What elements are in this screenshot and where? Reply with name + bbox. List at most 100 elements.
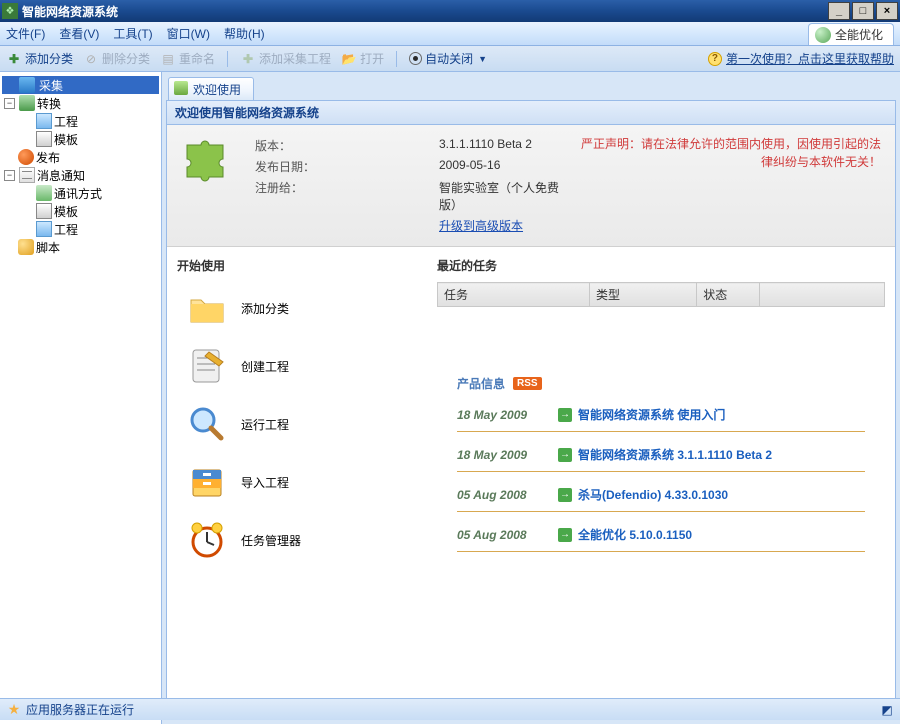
product-info: 产品信息 RSS 18 May 2009 → 智能网络资源系统 使用入门 18 … bbox=[437, 367, 885, 560]
help-icon: ? bbox=[708, 52, 722, 66]
action-run-project[interactable]: 运行工程 bbox=[187, 404, 417, 444]
toolbar-separator bbox=[227, 51, 228, 67]
date-value: 2009-05-16 bbox=[439, 156, 577, 177]
tree-message[interactable]: −消息通知 bbox=[2, 166, 159, 184]
tree-convert[interactable]: −转换 bbox=[2, 94, 159, 112]
window-titlebar: ❖ 智能网络资源系统 _ □ × bbox=[0, 0, 900, 22]
product-info-title: 产品信息 RSS bbox=[457, 375, 865, 392]
close-button[interactable]: × bbox=[876, 2, 898, 20]
main-area: 采集 −转换 工程 模板 发布 −消息通知 通讯方式 模板 工程 脚本 欢迎使用… bbox=[0, 72, 900, 724]
tb-help: ? 第一次使用？点击这里获取帮助 bbox=[708, 50, 894, 67]
version-label: 版本： bbox=[255, 135, 435, 156]
task-table: 任务 类型 状态 bbox=[437, 282, 885, 307]
tb-delete-category: ⊘删除分类 bbox=[83, 50, 150, 67]
action-add-category[interactable]: 添加分类 bbox=[187, 288, 417, 328]
script-icon bbox=[18, 239, 34, 255]
status-text: 应用服务器正在运行 bbox=[26, 701, 134, 718]
menu-help[interactable]: 帮助(H) bbox=[224, 25, 265, 42]
clock-icon bbox=[187, 520, 227, 560]
action-import-project[interactable]: 导入工程 bbox=[187, 462, 417, 502]
action-task-manager[interactable]: 任务管理器 bbox=[187, 520, 417, 560]
arrow-icon: → bbox=[558, 528, 572, 542]
menu-view[interactable]: 查看(V) bbox=[59, 25, 99, 42]
col-status[interactable]: 状态 bbox=[697, 283, 760, 307]
convert-icon bbox=[19, 95, 35, 111]
col-task[interactable]: 任务 bbox=[438, 283, 590, 307]
minimize-button[interactable]: _ bbox=[828, 2, 850, 20]
arrow-icon: → bbox=[558, 408, 572, 422]
radio-icon bbox=[409, 52, 422, 65]
status-right-icon[interactable]: ◩ bbox=[880, 703, 894, 717]
pi-item-3[interactable]: 05 Aug 2008 → 全能优化 5.10.0.1150 bbox=[457, 518, 865, 552]
window-title: 智能网络资源系统 bbox=[22, 3, 828, 20]
tb-rename: ▤重命名 bbox=[160, 50, 215, 67]
pi-item-1[interactable]: 18 May 2009 → 智能网络资源系统 3.1.1.1110 Beta 2 bbox=[457, 438, 865, 472]
start-section: 开始使用 添加分类 创建工程 运行工程 bbox=[177, 253, 417, 560]
delete-icon: ⊘ bbox=[83, 51, 99, 67]
menu-bar: 文件(F) 查看(V) 工具(T) 窗口(W) 帮助(H) 全能优化 bbox=[0, 22, 900, 46]
tab-strip: 欢迎使用 bbox=[166, 76, 896, 100]
tree-msg-template[interactable]: 模板 bbox=[2, 202, 159, 220]
tree-comm[interactable]: 通讯方式 bbox=[2, 184, 159, 202]
magnifier-icon bbox=[187, 404, 227, 444]
sections: 开始使用 添加分类 创建工程 运行工程 bbox=[167, 247, 895, 566]
open-icon: 📂 bbox=[341, 51, 357, 67]
document-icon bbox=[187, 346, 227, 386]
puzzle-icon bbox=[181, 135, 229, 183]
menu-window[interactable]: 窗口(W) bbox=[167, 25, 210, 42]
collapse-icon[interactable]: − bbox=[4, 98, 15, 109]
pi-item-0[interactable]: 18 May 2009 → 智能网络资源系统 使用入门 bbox=[457, 398, 865, 432]
reg-value: 智能实验室（个人免费版） bbox=[439, 177, 577, 215]
menu-file[interactable]: 文件(F) bbox=[6, 25, 45, 42]
pi-item-2[interactable]: 05 Aug 2008 → 杀马(Defendio) 4.33.0.1030 bbox=[457, 478, 865, 512]
col-empty[interactable] bbox=[759, 283, 884, 307]
upgrade-link[interactable]: 升级到高级版本 bbox=[439, 215, 577, 236]
tb-add-category[interactable]: ✚添加分类 bbox=[6, 50, 73, 67]
tb-open: 📂打开 bbox=[341, 50, 384, 67]
rss-badge[interactable]: RSS bbox=[513, 377, 542, 390]
comm-icon bbox=[36, 185, 52, 201]
tab-welcome[interactable]: 欢迎使用 bbox=[168, 77, 254, 100]
menu-tools[interactable]: 工具(T) bbox=[113, 25, 152, 42]
optimize-badge[interactable]: 全能优化 bbox=[808, 23, 894, 45]
arrow-icon: → bbox=[558, 488, 572, 502]
star-icon: ★ bbox=[6, 702, 22, 718]
tree-collect[interactable]: 采集 bbox=[2, 76, 159, 94]
version-value: 3.1.1.1110 Beta 2 bbox=[439, 135, 577, 156]
folder-icon bbox=[187, 288, 227, 328]
disclaimer-text: 严正声明：请在法律允许的范围内使用，因使用引起的法律纠纷与本软件无关！ bbox=[581, 135, 881, 215]
app-icon: ❖ bbox=[2, 3, 18, 19]
collect-icon bbox=[19, 77, 35, 93]
template-icon bbox=[36, 203, 52, 219]
reg-label: 注册给： bbox=[255, 177, 435, 215]
rename-icon: ▤ bbox=[160, 51, 176, 67]
toolbar: ✚添加分类 ⊘删除分类 ▤重命名 ✚添加采集工程 📂打开 自动关闭▼ ? 第一次… bbox=[0, 46, 900, 72]
tree-msg-project[interactable]: 工程 bbox=[2, 220, 159, 238]
toolbar-separator bbox=[396, 51, 397, 67]
maximize-button[interactable]: □ bbox=[852, 2, 874, 20]
tree-convert-template[interactable]: 模板 bbox=[2, 130, 159, 148]
recent-section: 最近的任务 任务 类型 状态 产品信息 RSS bbox=[437, 253, 885, 560]
tree-convert-project[interactable]: 工程 bbox=[2, 112, 159, 130]
tree-script[interactable]: 脚本 bbox=[2, 238, 159, 256]
start-title: 开始使用 bbox=[177, 253, 417, 282]
recent-title: 最近的任务 bbox=[437, 253, 885, 282]
content-area: 欢迎使用 欢迎使用智能网络资源系统 版本： 3.1.1.1110 Beta 2 … bbox=[162, 72, 900, 724]
collapse-icon[interactable]: − bbox=[4, 170, 15, 181]
nav-tree: 采集 −转换 工程 模板 发布 −消息通知 通讯方式 模板 工程 脚本 bbox=[2, 76, 159, 256]
tree-publish[interactable]: 发布 bbox=[2, 148, 159, 166]
action-create-project[interactable]: 创建工程 bbox=[187, 346, 417, 386]
panel-header: 欢迎使用智能网络资源系统 bbox=[167, 101, 895, 125]
sidebar: 采集 −转换 工程 模板 发布 −消息通知 通讯方式 模板 工程 脚本 bbox=[0, 72, 162, 724]
arrow-icon: → bbox=[558, 448, 572, 462]
col-type[interactable]: 类型 bbox=[589, 283, 696, 307]
project-icon bbox=[36, 221, 52, 237]
template-icon bbox=[36, 131, 52, 147]
welcome-panel: 欢迎使用智能网络资源系统 版本： 3.1.1.1110 Beta 2 严正声明：… bbox=[166, 100, 896, 720]
project-icon bbox=[36, 113, 52, 129]
window-controls: _ □ × bbox=[828, 2, 898, 20]
tb-autoclose[interactable]: 自动关闭▼ bbox=[409, 50, 487, 67]
info-block: 版本： 3.1.1.1110 Beta 2 严正声明：请在法律允许的范围内使用，… bbox=[167, 125, 895, 247]
first-use-help-link[interactable]: 第一次使用？点击这里获取帮助 bbox=[726, 50, 894, 67]
action-list: 添加分类 创建工程 运行工程 导入工程 bbox=[177, 282, 417, 560]
